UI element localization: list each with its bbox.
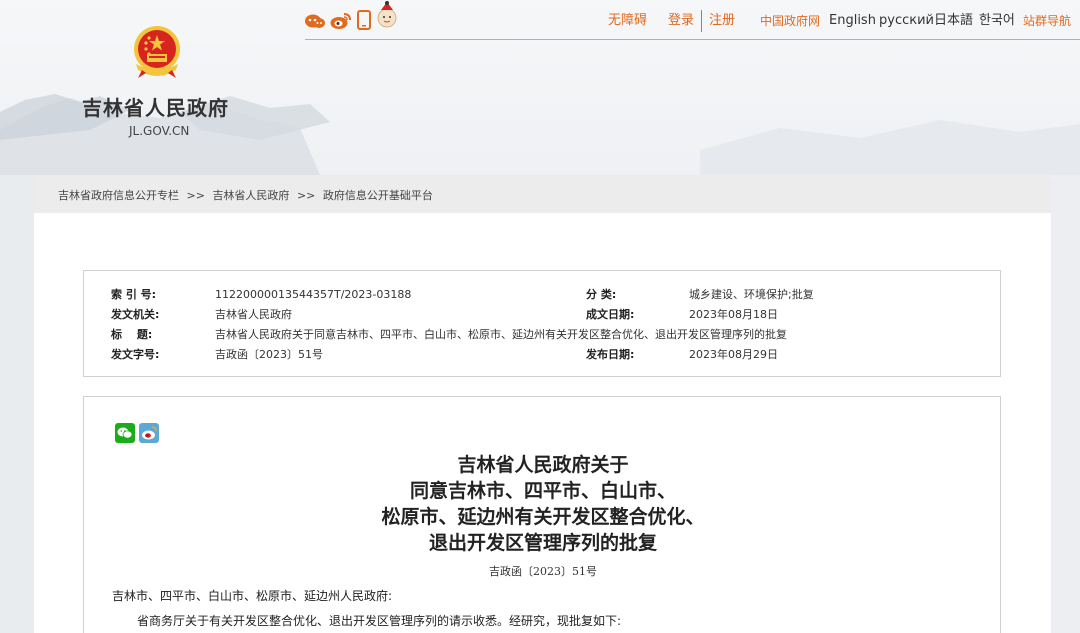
breadcrumb-item[interactable]: 吉林省政府信息公开专栏	[58, 189, 179, 202]
doc-number-label: 发文字号:	[111, 348, 160, 361]
document-meta-table: 索 引 号: 11220000013544357T/2023-03188 分 类…	[83, 270, 1001, 377]
nav-divider	[701, 10, 702, 32]
register-link[interactable]: 注册	[709, 13, 735, 29]
breadcrumb-bar: 吉林省政府信息公开专栏 >> 吉林省人民政府 >> 政府信息公开基础平台	[34, 175, 1051, 213]
category-value: 城乡建设、环境保护;批复	[689, 288, 814, 301]
published-date-label: 发布日期:	[586, 348, 635, 361]
national-emblem-icon[interactable]	[130, 24, 184, 80]
site-nav-link[interactable]: 站群导航	[1023, 13, 1071, 29]
mobile-phone-icon[interactable]	[357, 10, 376, 34]
breadcrumb: 吉林省政府信息公开专栏 >> 吉林省人民政府 >> 政府信息公开基础平台	[58, 187, 437, 203]
document-title-line: 退出开发区管理序列的批复	[428, 532, 657, 554]
site-title[interactable]: 吉林省人民政府	[82, 92, 229, 121]
doc-number-value: 吉政函〔2023〕51号	[215, 348, 323, 361]
article-body: 吉林省人民政府关于 同意吉林市、四平市、白山市、 松原市、延边州有关开发区整合优…	[83, 396, 1001, 633]
top-bar: 无障碍 登录 注册 中国政府网 English русский 日本語 한국어 …	[305, 0, 1080, 40]
english-link[interactable]: English	[829, 13, 876, 29]
breadcrumb-separator: >>	[296, 189, 316, 202]
wechat-share-icon[interactable]	[115, 423, 135, 443]
document-title-line: 同意吉林市、四平市、白山市、	[409, 480, 676, 502]
accessibility-link[interactable]: 无障碍	[608, 13, 647, 29]
document-number: 吉政函〔2023〕51号	[489, 565, 597, 578]
sina-weibo-icon[interactable]	[330, 13, 357, 34]
weibo-share-icon[interactable]	[139, 423, 159, 443]
issuer-label: 发文机关:	[111, 308, 160, 321]
index-value: 11220000013544357T/2023-03188	[215, 288, 412, 301]
issuer-value: 吉林省人民政府	[215, 308, 292, 321]
index-label: 索 引 号:	[111, 288, 157, 301]
salutation-paragraph: 吉林市、四平市、白山市、松原市、延边州人民政府:	[112, 589, 393, 603]
site-domain: JL.GOV.CN	[129, 124, 190, 138]
breadcrumb-separator: >>	[186, 189, 205, 202]
title-label: 标 题:	[111, 328, 153, 341]
document-title-line: 松原市、延边州有关开发区整合优化、	[381, 506, 705, 528]
russian-link[interactable]: русский	[879, 13, 934, 29]
published-date-value: 2023年08月29日	[689, 348, 778, 361]
category-label: 分 类:	[586, 288, 617, 301]
breadcrumb-item[interactable]: 政府信息公开基础平台	[323, 189, 433, 202]
japanese-link[interactable]: 日本語	[934, 13, 973, 29]
weibo-app-icon[interactable]	[305, 14, 330, 34]
mascot-icon[interactable]	[376, 1, 398, 34]
login-link[interactable]: 登录	[668, 13, 694, 29]
korean-link[interactable]: 한국어	[979, 13, 1015, 29]
document-title-line: 吉林省人民政府关于	[457, 454, 629, 476]
gov-cn-link[interactable]: 中国政府网	[760, 13, 820, 29]
body-paragraph: 省商务厅关于有关开发区整合优化、退出开发区管理序列的请示收悉。经研究，现批复如下…	[137, 614, 622, 628]
created-date-value: 2023年08月18日	[689, 308, 778, 321]
created-date-label: 成文日期:	[586, 308, 635, 321]
breadcrumb-item[interactable]: 吉林省人民政府	[212, 189, 289, 202]
title-value: 吉林省人民政府关于同意吉林市、四平市、白山市、松原市、延边州有关开发区整合优化、…	[215, 328, 787, 341]
